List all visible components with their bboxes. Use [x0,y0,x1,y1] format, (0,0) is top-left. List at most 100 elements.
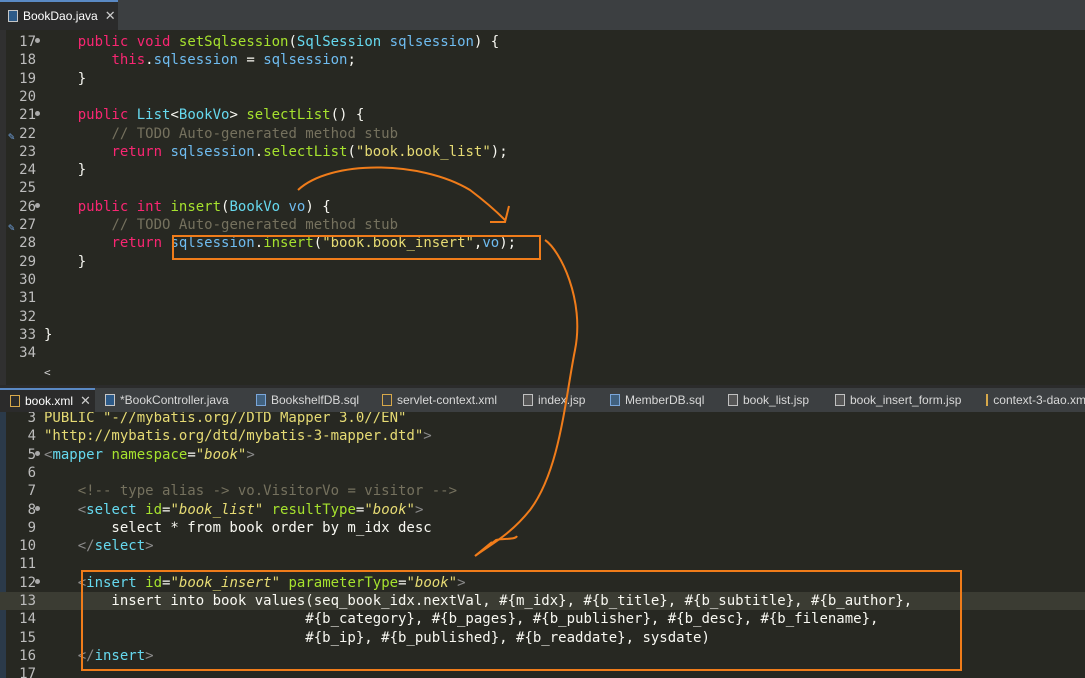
tab-book-xml[interactable]: book.xml ✕ [0,388,95,412]
code-token: "book_list" [170,501,264,518]
code-token: public [77,34,129,50]
line-number: 30 [19,271,36,288]
close-tab-icon[interactable]: ✕ [80,393,91,409]
fold-marker-icon[interactable] [35,578,40,584]
tab-label: *BookController.java [120,393,229,407]
code-line[interactable]: 9 select * from book order by m_idx desc [0,519,1085,537]
line-number: 9 [27,519,36,536]
code-token: > [145,538,154,555]
code-line[interactable]: 17 public void setSqlsession(SqlSession … [0,33,1085,51]
xml-file-icon [10,395,20,407]
tab-servlet-context-xml[interactable]: servlet-context.xml [372,388,512,412]
code-line[interactable]: 23 return sqlsession.selectList("book.bo… [0,143,1085,161]
line-number: 10 [19,538,36,555]
code-line[interactable]: 8 <select id="book_list" resultType="boo… [0,501,1085,519]
fold-marker-icon[interactable] [35,202,40,208]
tab-book-list-jsp[interactable]: book_list.jsp [718,388,824,412]
code-token: } [44,70,87,87]
code-token: } [44,253,87,270]
code-line[interactable]: 30 [0,271,1085,289]
fold-marker-icon[interactable] [35,450,40,456]
line-number: 25 [19,180,36,197]
fold-marker-icon[interactable] [35,111,40,117]
line-number: 3 [27,412,36,426]
line-number: 31 [19,290,36,307]
code-line[interactable]: 18 this.sqlsession = sqlsession; [0,51,1085,69]
code-line[interactable]: 10 </select> [0,537,1085,555]
fold-marker-icon[interactable] [35,38,40,43]
code-text: public void setSqlsession(SqlSession sql… [44,33,500,51]
java-file-icon [8,10,18,22]
code-line[interactable]: 31 [0,289,1085,307]
code-token: "book" [195,446,247,463]
code-line[interactable]: 28 return sqlsession.insert("book.book_i… [0,234,1085,252]
code-line[interactable]: 4 "http://mybatis.org/dtd/mybatis-3-mappe… [0,427,1085,445]
line-number: 4 [27,428,36,445]
code-token: sqlsession [153,52,238,69]
tab-context-3-dao-xm[interactable]: context-3-dao.xm [976,388,1085,412]
tab-memberdb-sql[interactable]: MemberDB.sql [600,388,716,412]
code-text: } [44,326,52,344]
code-line[interactable]: 34 [0,344,1085,362]
code-line[interactable]: 26 public int insert(BookVo vo) { [0,198,1085,216]
scroll-left-icon[interactable]: < [44,366,51,379]
sql-file-icon [256,394,266,406]
code-token: sqlsession [263,52,348,69]
code-text: } [44,161,86,179]
line-number: 20 [19,88,36,105]
tab-bookdao-java[interactable]: BookDao.java ✕ [0,0,118,30]
tab-index-jsp[interactable]: index.jsp [513,388,599,412]
line-number: 29 [19,253,36,270]
code-token: BookVo [229,198,281,215]
code-line[interactable]: 32 [0,308,1085,326]
code-line[interactable]: 22 ✎ // TODO Auto-generated method stub [0,125,1085,143]
tab-bookshelfdb-sql[interactable]: BookshelfDB.sql [246,388,372,412]
line-number: 28 [19,235,36,252]
code-token: = [237,52,264,69]
fold-marker-icon[interactable] [35,505,40,511]
xml-file-icon [986,394,989,406]
code-token: select * from book order by m_idx desc [44,519,432,536]
code-line[interactable]: 33} [0,326,1085,344]
code-token: id [145,501,163,518]
code-line[interactable]: 6 [0,464,1085,482]
code-token: int [136,198,163,215]
code-line[interactable]: 5 <mapper namespace="book"> [0,446,1085,464]
code-line[interactable]: 21 public List<BookVo> selectList() { [0,106,1085,124]
top-tab-bar: BookDao.java ✕ [0,0,1085,30]
tab-label: context-3-dao.xm [993,393,1085,407]
code-line[interactable]: 27 ✎ // TODO Auto-generated method stub [0,216,1085,234]
code-line[interactable]: 25 [0,179,1085,197]
java-editor[interactable]: 17 public void setSqlsession(SqlSession … [0,30,1085,385]
line-number: 27 [19,217,36,233]
tab--bookcontroller-java[interactable]: *BookController.java [95,388,245,412]
line-number: 15 [19,629,36,646]
code-token: select [86,501,137,518]
highlight-box-insert-mapper [81,570,962,671]
code-line[interactable]: 24 } [0,161,1085,179]
xml-file-icon [382,394,392,406]
code-line[interactable]: 3 PUBLIC "-//mybatis.org//DTD Mapper 3.0/… [0,412,1085,427]
code-line[interactable]: 7 <!-- type alias -> vo.VisitorVo = visi… [0,482,1085,500]
line-number: 11 [19,556,36,573]
code-line[interactable]: 20 [0,88,1085,106]
code-token: > [414,501,424,518]
code-line[interactable]: 29 } [0,253,1085,271]
tab-book-insert-form-jsp[interactable]: book_insert_form.jsp [825,388,975,412]
code-text: PUBLIC "-//mybatis.org//DTD Mapper 3.0//… [44,412,406,427]
code-token: ; [347,52,356,69]
close-tab-icon[interactable]: ✕ [105,8,116,24]
code-line[interactable]: 19 } [0,70,1085,88]
code-token: void [136,34,171,50]
